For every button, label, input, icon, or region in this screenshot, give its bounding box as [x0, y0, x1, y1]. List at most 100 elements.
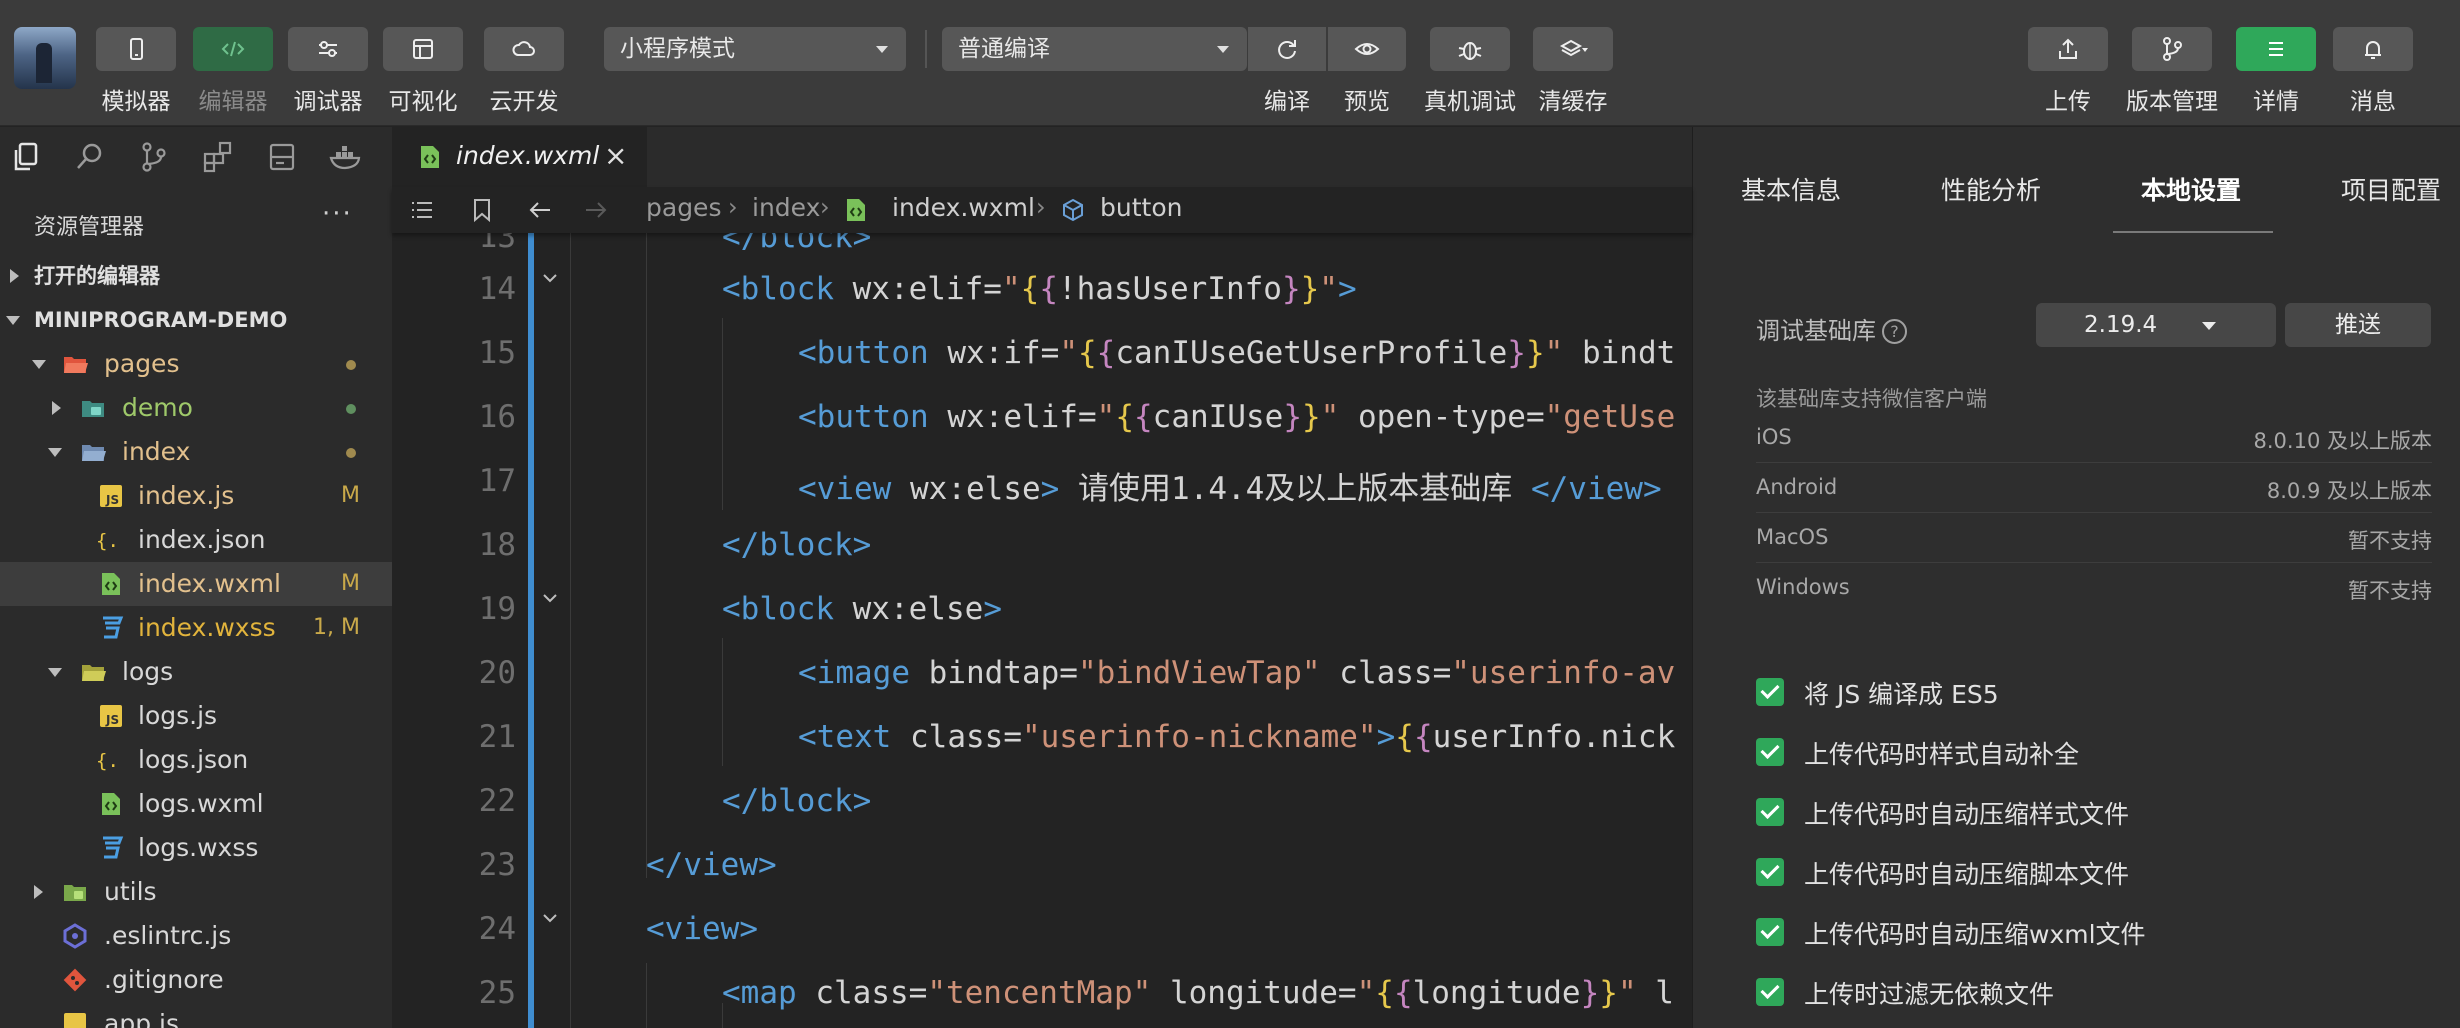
tree-item-index-folder[interactable]: index — [0, 430, 392, 474]
messages-label: 消息 — [2350, 89, 2396, 115]
line-number: 20 — [478, 655, 516, 691]
base-lib-version-select[interactable]: 2.19.4 — [2036, 303, 2276, 347]
refresh-icon — [1278, 40, 1296, 59]
tree-item-file[interactable]: app.js — [0, 1002, 392, 1028]
fold-chevron-icon[interactable] — [542, 273, 558, 283]
fold-chevron-icon[interactable] — [542, 593, 558, 603]
source-control-icon[interactable] — [136, 139, 172, 175]
details-button[interactable] — [2236, 27, 2316, 71]
upload-button[interactable] — [2028, 27, 2108, 71]
version-label: 版本管理 — [2126, 89, 2218, 115]
docker-icon[interactable] — [328, 139, 364, 175]
tab-project-config[interactable]: 项目配置 — [2341, 171, 2441, 207]
tree-item-file[interactable]: index.wxss 1, M — [0, 606, 392, 650]
tree-item-file[interactable]: logs.wxss — [0, 826, 392, 870]
preview-button[interactable] — [1328, 27, 1406, 71]
back-arrow-icon[interactable] — [526, 197, 554, 223]
upload-icon — [2059, 38, 2077, 59]
code-line: <map class="tencentMap" longitude="{{lon… — [722, 975, 1674, 1011]
tab-local-settings[interactable]: 本地设置 — [2141, 171, 2241, 207]
checkbox-checked[interactable] — [1756, 978, 1784, 1006]
editor-tab-bar: index.wxml × — [392, 127, 1692, 187]
tab-basic-info[interactable]: 基本信息 — [1741, 171, 1841, 207]
tree-item-file[interactable]: {..} index.json — [0, 518, 392, 562]
support-value: 暂不支持 — [2348, 579, 2432, 603]
close-icon[interactable]: × — [604, 139, 627, 172]
option-label: 上传代码时自动压缩样式文件 — [1804, 800, 2130, 829]
js-file-icon: JS — [100, 705, 122, 727]
visual-button[interactable] — [383, 27, 463, 71]
files-icon[interactable] — [8, 139, 44, 175]
breadcrumb-item[interactable]: button — [1100, 193, 1182, 222]
json-file-icon: {..} — [96, 750, 122, 772]
tree-item-file[interactable]: JS logs.js — [0, 694, 392, 738]
checkbox-checked[interactable] — [1756, 798, 1784, 826]
tree-item-demo[interactable]: demo — [0, 386, 392, 430]
bell-icon — [2365, 41, 2381, 59]
tree-item-file[interactable]: logs.wxml — [0, 782, 392, 826]
push-button[interactable]: 推送 — [2285, 303, 2431, 347]
messages-button[interactable] — [2333, 27, 2413, 71]
top-toolbar: 模拟器 编辑器 调试器 可视化 云开发 小程序模式 普通编译 编译 预览 真机调… — [0, 0, 2460, 126]
breadcrumb-item[interactable]: pages — [646, 193, 721, 222]
mode-select[interactable]: 小程序模式 — [604, 27, 906, 71]
simulator-button[interactable] — [96, 27, 176, 71]
breadcrumb-item[interactable]: index.wxml — [892, 193, 1035, 222]
tab-index-wxml[interactable]: index.wxml × — [392, 127, 647, 187]
support-platform: MacOS — [1756, 525, 1829, 549]
avatar[interactable] — [14, 27, 76, 89]
clear-cache-button[interactable] — [1533, 27, 1613, 71]
tree-item-pages[interactable]: pages — [0, 342, 392, 386]
version-button[interactable] — [2132, 27, 2212, 71]
checkbox-checked[interactable] — [1756, 858, 1784, 886]
git-file-icon — [63, 968, 87, 992]
fold-chevron-icon[interactable] — [542, 913, 558, 923]
tree-item-label: logs.wxml — [138, 789, 264, 818]
storage-icon[interactable] — [264, 139, 300, 175]
editor-button[interactable] — [193, 27, 273, 71]
indent-guide — [722, 638, 723, 766]
list-icon[interactable] — [408, 197, 436, 223]
active-tab-indicator — [2113, 231, 2273, 233]
tree-item-logs-folder[interactable]: logs — [0, 650, 392, 694]
compile-button[interactable] — [1248, 27, 1326, 71]
tree-item-file-selected[interactable]: index.wxml M — [0, 562, 392, 606]
cloud-button[interactable] — [484, 27, 564, 71]
tab-performance[interactable]: 性能分析 — [1941, 171, 2041, 207]
help-icon[interactable]: ? — [1882, 319, 1907, 344]
more-icon[interactable]: ··· — [322, 199, 353, 229]
code-editor[interactable]: 13 14 15 16 17 18 19 20 21 22 23 24 25 <… — [392, 233, 1692, 1028]
checkbox-checked[interactable] — [1756, 738, 1784, 766]
tree-item-file[interactable]: {..} logs.json — [0, 738, 392, 782]
checkbox-checked[interactable] — [1756, 918, 1784, 946]
code-line: <block wx:else> — [722, 591, 1002, 627]
line-number: 15 — [478, 335, 516, 371]
checkbox-checked[interactable] — [1756, 678, 1784, 706]
modified-dot — [346, 448, 356, 458]
remote-debug-button[interactable] — [1430, 27, 1510, 71]
breadcrumb-item[interactable]: index — [752, 193, 820, 222]
chevron-down-icon — [32, 360, 46, 369]
tree-item-file[interactable]: .gitignore — [0, 958, 392, 1002]
compile-select-value: 普通编译 — [958, 36, 1050, 62]
tree-item-utils-folder[interactable]: utils — [0, 870, 392, 914]
forward-arrow-icon[interactable] — [582, 197, 610, 223]
search-icon[interactable] — [72, 139, 108, 175]
bookmark-icon[interactable] — [468, 197, 496, 223]
extensions-icon[interactable] — [200, 139, 236, 175]
code-line: <text class="userinfo-nickname">{{userIn… — [798, 719, 1676, 755]
section-open-editors[interactable]: 打开的编辑器 — [0, 254, 392, 298]
option-label: 上传时过滤无依赖文件 — [1804, 980, 2055, 1009]
layers-icon — [1559, 39, 1588, 57]
compile-select[interactable]: 普通编译 — [942, 27, 1247, 71]
tree-item-label: demo — [122, 393, 193, 422]
tree-item-file[interactable]: JS index.js M — [0, 474, 392, 518]
tree-item-label: pages — [104, 349, 180, 378]
section-project[interactable]: MINIPROGRAM-DEMO — [0, 298, 392, 342]
tree-item-label: logs.js — [138, 701, 218, 730]
support-platform: Android — [1756, 475, 1838, 499]
editor-label: 编辑器 — [198, 89, 268, 115]
support-row: MacOS 暂不支持 — [1756, 513, 2432, 563]
debugger-button[interactable] — [288, 27, 368, 71]
tree-item-file[interactable]: .eslintrc.js — [0, 914, 392, 958]
